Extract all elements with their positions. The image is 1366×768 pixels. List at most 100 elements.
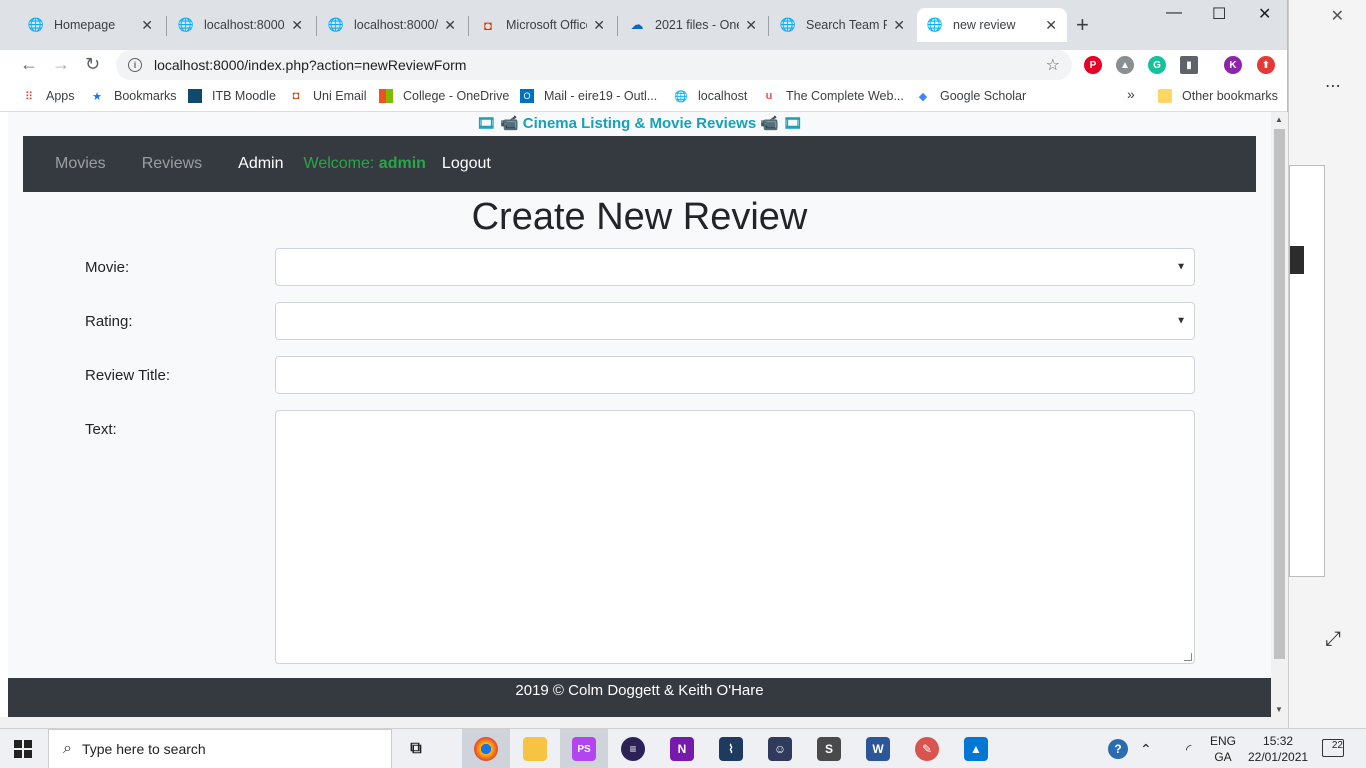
windows-icon [379, 89, 393, 103]
globe-icon: 🌐 [27, 17, 45, 32]
grammarly-icon[interactable]: G [1148, 56, 1166, 74]
taskbar-search[interactable]: ⌕ Type here to search [48, 729, 392, 768]
close-icon[interactable]: ✕ [1331, 6, 1344, 26]
task-view-icon[interactable]: ⧉ [392, 729, 440, 768]
close-icon[interactable]: ✕ [593, 17, 605, 34]
phpstorm-icon[interactable]: PS [560, 729, 608, 768]
bookmark-bookmarks[interactable]: ★ Bookmarks [90, 89, 176, 103]
tab-homepage[interactable]: 🌐 Homepage ✕ [18, 8, 163, 42]
info-icon[interactable]: i [128, 58, 142, 72]
welcome-username: admin [378, 155, 426, 172]
tab-label: localhost:8000/i [354, 18, 439, 32]
windows-start-icon[interactable] [14, 740, 32, 758]
bookmark-uni-email[interactable]: ◘ Uni Email [289, 89, 367, 103]
clock[interactable]: 15:32 22/01/2021 [1248, 733, 1308, 765]
reload-icon[interactable]: ↻ [85, 54, 100, 75]
sublime-icon[interactable]: S [805, 729, 853, 768]
close-icon[interactable]: ✕ [444, 17, 456, 34]
scroll-up-icon[interactable]: ▲ [1275, 115, 1283, 124]
chrome-icon[interactable] [462, 729, 510, 768]
url-text[interactable]: localhost:8000/index.php?action=newRevie… [154, 57, 1046, 73]
nav-logout-link[interactable]: Logout [442, 155, 491, 173]
minimize-icon[interactable]: — [1166, 4, 1182, 22]
text-label: Text: [85, 421, 117, 438]
scrollbar-thumb[interactable] [1274, 129, 1285, 659]
address-bar[interactable]: i localhost:8000/index.php?action=newRev… [116, 50, 1072, 80]
tab-localhost-2[interactable]: 🌐 localhost:8000/i ✕ [318, 8, 466, 42]
nav-admin-link[interactable]: Admin [238, 155, 283, 173]
tab-localhost-1[interactable]: 🌐 localhost:8000/i ✕ [168, 8, 313, 42]
upload-icon[interactable]: ⬆ [1257, 56, 1275, 74]
close-icon[interactable]: ✕ [1045, 17, 1057, 34]
bookmark-localhost[interactable]: 🌐 localhost [674, 89, 747, 103]
tab-microsoft-office[interactable]: ◘ Microsoft Office ✕ [470, 8, 615, 42]
rating-select[interactable]: ▼ [275, 302, 1195, 340]
tab-label: Homepage [54, 18, 116, 32]
eclipse-icon[interactable]: ≡ [609, 729, 657, 768]
globe-icon: 🌐 [674, 90, 688, 103]
pinterest-icon[interactable]: P [1084, 56, 1102, 74]
help-icon[interactable]: ? [1108, 729, 1128, 768]
scholar-icon: ◆ [918, 90, 928, 103]
chevron-up-icon[interactable]: ⌃ [1140, 729, 1152, 768]
review-title-input[interactable] [275, 356, 1195, 394]
close-icon[interactable]: ✕ [745, 17, 757, 34]
bookmark-google-scholar[interactable]: ◆ Google Scholar [916, 89, 1026, 103]
globe-icon: 🌐 [926, 17, 944, 32]
close-icon[interactable]: ✕ [291, 17, 303, 34]
page-viewport: 🎞 📹 Cinema Listing & Movie Reviews 📹 🎞 M… [8, 112, 1271, 717]
tab-onedrive[interactable]: ☁ 2021 files - One ✕ [619, 8, 767, 42]
forward-icon[interactable]: → [52, 54, 70, 75]
nav-movies-link[interactable]: Movies [55, 155, 106, 173]
tab-label: new review [953, 18, 1016, 32]
nav-reviews-link[interactable]: Reviews [142, 155, 202, 173]
other-bookmarks[interactable]: Other bookmarks [1158, 89, 1278, 103]
mysql-icon[interactable]: ⌇ [707, 729, 755, 768]
notifications-icon[interactable]: 22 [1322, 739, 1344, 757]
apps-grid-icon: ⠿ [24, 90, 34, 103]
expand-icon[interactable]: ⤢ [1325, 628, 1341, 651]
outlook-icon: O [520, 89, 534, 103]
photos-icon[interactable]: ▲ [952, 729, 1000, 768]
file-explorer-icon[interactable] [511, 729, 559, 768]
more-bookmarks-button[interactable]: » [1127, 86, 1135, 102]
drive-icon[interactable]: ▲ [1116, 56, 1134, 74]
tab-search-team[interactable]: 🌐 Search Team Re ✕ [770, 8, 915, 42]
bookmark-itb-moodle[interactable]: ITB Moodle [188, 89, 276, 103]
close-window-icon[interactable]: ✕ [1258, 4, 1271, 24]
bookmark-college-onedrive[interactable]: College - OneDrive [379, 89, 509, 103]
resize-handle-icon[interactable] [1184, 653, 1192, 661]
globe-icon: 🌐 [177, 17, 195, 32]
navbar: Movies Reviews Admin Welcome: admin Logo… [23, 136, 1256, 192]
close-icon[interactable]: ✕ [141, 17, 153, 34]
bookmark-apps[interactable]: ⠿ Apps [22, 89, 75, 103]
movie-select[interactable]: ▼ [275, 248, 1195, 286]
profile-avatar[interactable]: K [1224, 56, 1242, 74]
paint-icon[interactable]: ✎ [903, 729, 951, 768]
maximize-icon[interactable]: ☐ [1212, 4, 1226, 24]
stats-icon[interactable]: ▮ [1180, 56, 1198, 74]
horizontal-scrollbar [0, 717, 1288, 728]
word-icon[interactable]: W [854, 729, 902, 768]
onenote-icon[interactable]: N [658, 729, 706, 768]
close-icon[interactable]: ✕ [893, 17, 905, 34]
chevron-down-icon: ▼ [1176, 261, 1186, 273]
new-tab-button[interactable]: + [1076, 12, 1089, 38]
bookmark-complete-web[interactable]: u The Complete Web... [762, 89, 904, 103]
language-indicator[interactable]: ENG GA [1210, 733, 1236, 765]
vertical-scrollbar[interactable]: ▲ ▼ [1271, 112, 1288, 717]
bookmarks-bar: ⠿ Apps ★ Bookmarks ITB Moodle ◘ Uni Emai… [0, 80, 1287, 112]
tab-label: 2021 files - One [655, 18, 740, 32]
back-icon[interactable]: ← [20, 54, 38, 75]
discord-icon[interactable]: ☺ [756, 729, 804, 768]
wifi-icon[interactable]: ◜ [1186, 729, 1191, 768]
office-icon: ◘ [484, 17, 492, 33]
bookmark-outlook-mail[interactable]: O Mail - eire19 - Outl... [520, 89, 657, 103]
scroll-down-icon[interactable]: ▼ [1275, 705, 1283, 714]
tab-new-review[interactable]: 🌐 new review ✕ [917, 8, 1067, 42]
review-text-area[interactable] [275, 410, 1195, 664]
bookmark-star-icon[interactable]: ☆ [1046, 55, 1060, 75]
tab-label: Microsoft Office [506, 18, 588, 32]
more-options-icon[interactable]: ⋯ [1325, 76, 1342, 96]
clock-time: 15:32 [1263, 734, 1294, 748]
